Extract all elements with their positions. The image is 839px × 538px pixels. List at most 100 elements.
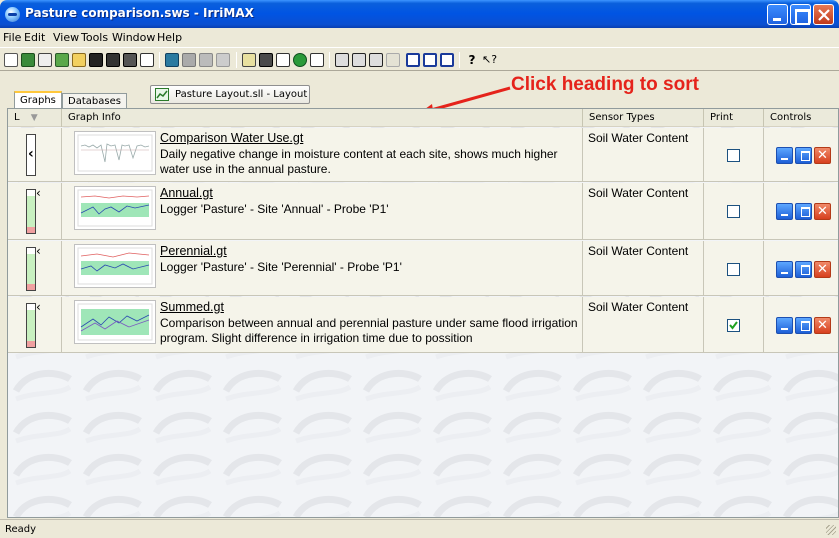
- check-icon: [729, 321, 738, 330]
- column-header-l[interactable]: L ▼: [8, 109, 62, 127]
- graph-thumbnail[interactable]: [74, 131, 156, 175]
- graph-description: Daily negative change in moisture conten…: [160, 147, 558, 176]
- menu-help[interactable]: Help: [157, 31, 182, 44]
- save-all-icon[interactable]: [106, 53, 120, 67]
- print-icon[interactable]: [123, 53, 137, 67]
- disabled-tool-icon: [182, 53, 196, 67]
- disabled-tool-icon: [199, 53, 213, 67]
- zoom-icon[interactable]: [38, 53, 52, 67]
- table-row[interactable]: ‹ Perennial.gt Logger 'Pasture' - Site '…: [8, 241, 838, 296]
- graph-thumbnail[interactable]: [74, 300, 156, 344]
- minimize-graph-button[interactable]: [776, 203, 793, 220]
- graph-title-link[interactable]: Annual.gt: [160, 186, 213, 200]
- gauge-pointer-icon: ‹: [36, 186, 41, 200]
- close-button[interactable]: [813, 4, 834, 25]
- chart-icon[interactable]: [310, 53, 324, 67]
- expand-icon[interactable]: [369, 53, 383, 67]
- context-help-icon[interactable]: ↖?: [482, 53, 497, 67]
- open-folder-icon[interactable]: [72, 53, 86, 67]
- gauge-pointer-icon: ‹: [28, 146, 34, 162]
- close-graph-button[interactable]: ✕: [814, 203, 831, 220]
- toolbar-separator: [159, 52, 160, 68]
- help-icon[interactable]: ?: [465, 53, 479, 67]
- menu-file[interactable]: File: [3, 31, 21, 44]
- toolbar-separator: [236, 52, 237, 68]
- menu-bar: File Edit View Tools Window Help: [0, 28, 839, 47]
- table-row[interactable]: ‹ Summed.gt Comparison between annual an…: [8, 297, 838, 353]
- column-header-print[interactable]: Print: [704, 109, 764, 127]
- logger-icon[interactable]: [242, 53, 256, 67]
- level-gauge: ‹: [26, 134, 36, 176]
- menu-edit[interactable]: Edit: [24, 31, 45, 44]
- print-preview-icon[interactable]: [140, 53, 154, 67]
- app-window: Pasture comparison.sws - IrriMAX File Ed…: [0, 0, 839, 538]
- globe-icon[interactable]: [293, 53, 307, 67]
- column-header-controls[interactable]: Controls: [764, 109, 838, 127]
- status-bar: Ready: [0, 519, 839, 538]
- disabled-tool-icon: [216, 53, 230, 67]
- graph-title-link[interactable]: Perennial.gt: [160, 244, 227, 258]
- minimize-graph-button[interactable]: [776, 317, 793, 334]
- minimize-graph-button[interactable]: [776, 261, 793, 278]
- level-gauge: ‹: [26, 245, 41, 291]
- table-row[interactable]: ‹ Annual.gt Logger 'Pasture' - Site 'Ann…: [8, 183, 838, 240]
- minimize-graph-button[interactable]: [776, 147, 793, 164]
- collapse-icon[interactable]: [352, 53, 366, 67]
- tile-vertical-icon[interactable]: [423, 53, 437, 67]
- sensor-type: Soil Water Content: [588, 186, 689, 200]
- graph-thumbnail[interactable]: [74, 244, 156, 288]
- maximize-button[interactable]: [790, 4, 811, 25]
- sensor-type: Soil Water Content: [588, 244, 689, 258]
- level-gauge: ‹: [26, 301, 41, 348]
- restore-graph-button[interactable]: [795, 317, 812, 334]
- level-gauge: ‹: [26, 187, 41, 234]
- graph-thumbnail[interactable]: [74, 186, 156, 230]
- save-icon[interactable]: [89, 53, 103, 67]
- print-checkbox[interactable]: [727, 205, 740, 218]
- tile-horizontal-icon[interactable]: [406, 53, 420, 67]
- open-database-icon[interactable]: [55, 53, 69, 67]
- irrimax-app-icon[interactable]: [5, 7, 20, 22]
- restore-graph-button[interactable]: [795, 261, 812, 278]
- mail-icon[interactable]: [276, 53, 290, 67]
- graph-title-link[interactable]: Comparison Water Use.gt: [160, 131, 303, 145]
- restore-graph-button[interactable]: [795, 147, 812, 164]
- window-title: Pasture comparison.sws - IrriMAX: [25, 6, 254, 20]
- menu-window[interactable]: Window: [112, 31, 155, 44]
- close-graph-button[interactable]: ✕: [814, 147, 831, 164]
- close-graph-button[interactable]: ✕: [814, 317, 831, 334]
- column-header-sensor-types[interactable]: Sensor Types: [583, 109, 704, 127]
- close-graph-button[interactable]: ✕: [814, 261, 831, 278]
- calculator-icon[interactable]: [259, 53, 273, 67]
- table-row[interactable]: ‹ Comparison Water Use.gt Daily negative…: [8, 128, 838, 182]
- layout-button-label: Pasture Layout.sll - Layout: [175, 89, 308, 100]
- layout-button[interactable]: Pasture Layout.sll - Layout: [150, 85, 310, 104]
- menu-view[interactable]: View: [53, 31, 79, 44]
- layout-chart-icon: [155, 88, 169, 101]
- restore-graph-button[interactable]: [795, 203, 812, 220]
- resize-grip-icon[interactable]: [826, 525, 836, 535]
- title-bar[interactable]: Pasture comparison.sws - IrriMAX: [0, 0, 839, 28]
- new-document-icon[interactable]: [4, 53, 18, 67]
- print-checkbox[interactable]: [727, 149, 740, 162]
- graph-title-link[interactable]: Summed.gt: [160, 300, 224, 314]
- minimize-button[interactable]: [767, 4, 788, 25]
- sort-annotation: Click heading to sort: [511, 74, 699, 95]
- print-checkbox[interactable]: [727, 263, 740, 276]
- menu-tools[interactable]: Tools: [81, 31, 108, 44]
- tab-graphs[interactable]: Graphs: [14, 91, 62, 108]
- tab-databases[interactable]: Databases: [62, 93, 127, 108]
- graphs-table: L ▼ Graph Info Sensor Types Print Contro…: [7, 108, 839, 518]
- toolbar-separator: [329, 52, 330, 68]
- tree-icon[interactable]: [335, 53, 349, 67]
- column-header-graph-info[interactable]: Graph Info: [62, 109, 583, 127]
- toolbar: ? ↖?: [0, 47, 839, 71]
- new-graph-icon[interactable]: [21, 53, 35, 67]
- download-icon[interactable]: [165, 53, 179, 67]
- print-checkbox-checked[interactable]: [727, 319, 740, 332]
- status-text: Ready: [5, 524, 37, 535]
- gauge-pointer-icon: ‹: [36, 300, 41, 314]
- toolbar-separator: [459, 52, 460, 68]
- cascade-icon[interactable]: [440, 53, 454, 67]
- close-icon: [818, 9, 830, 21]
